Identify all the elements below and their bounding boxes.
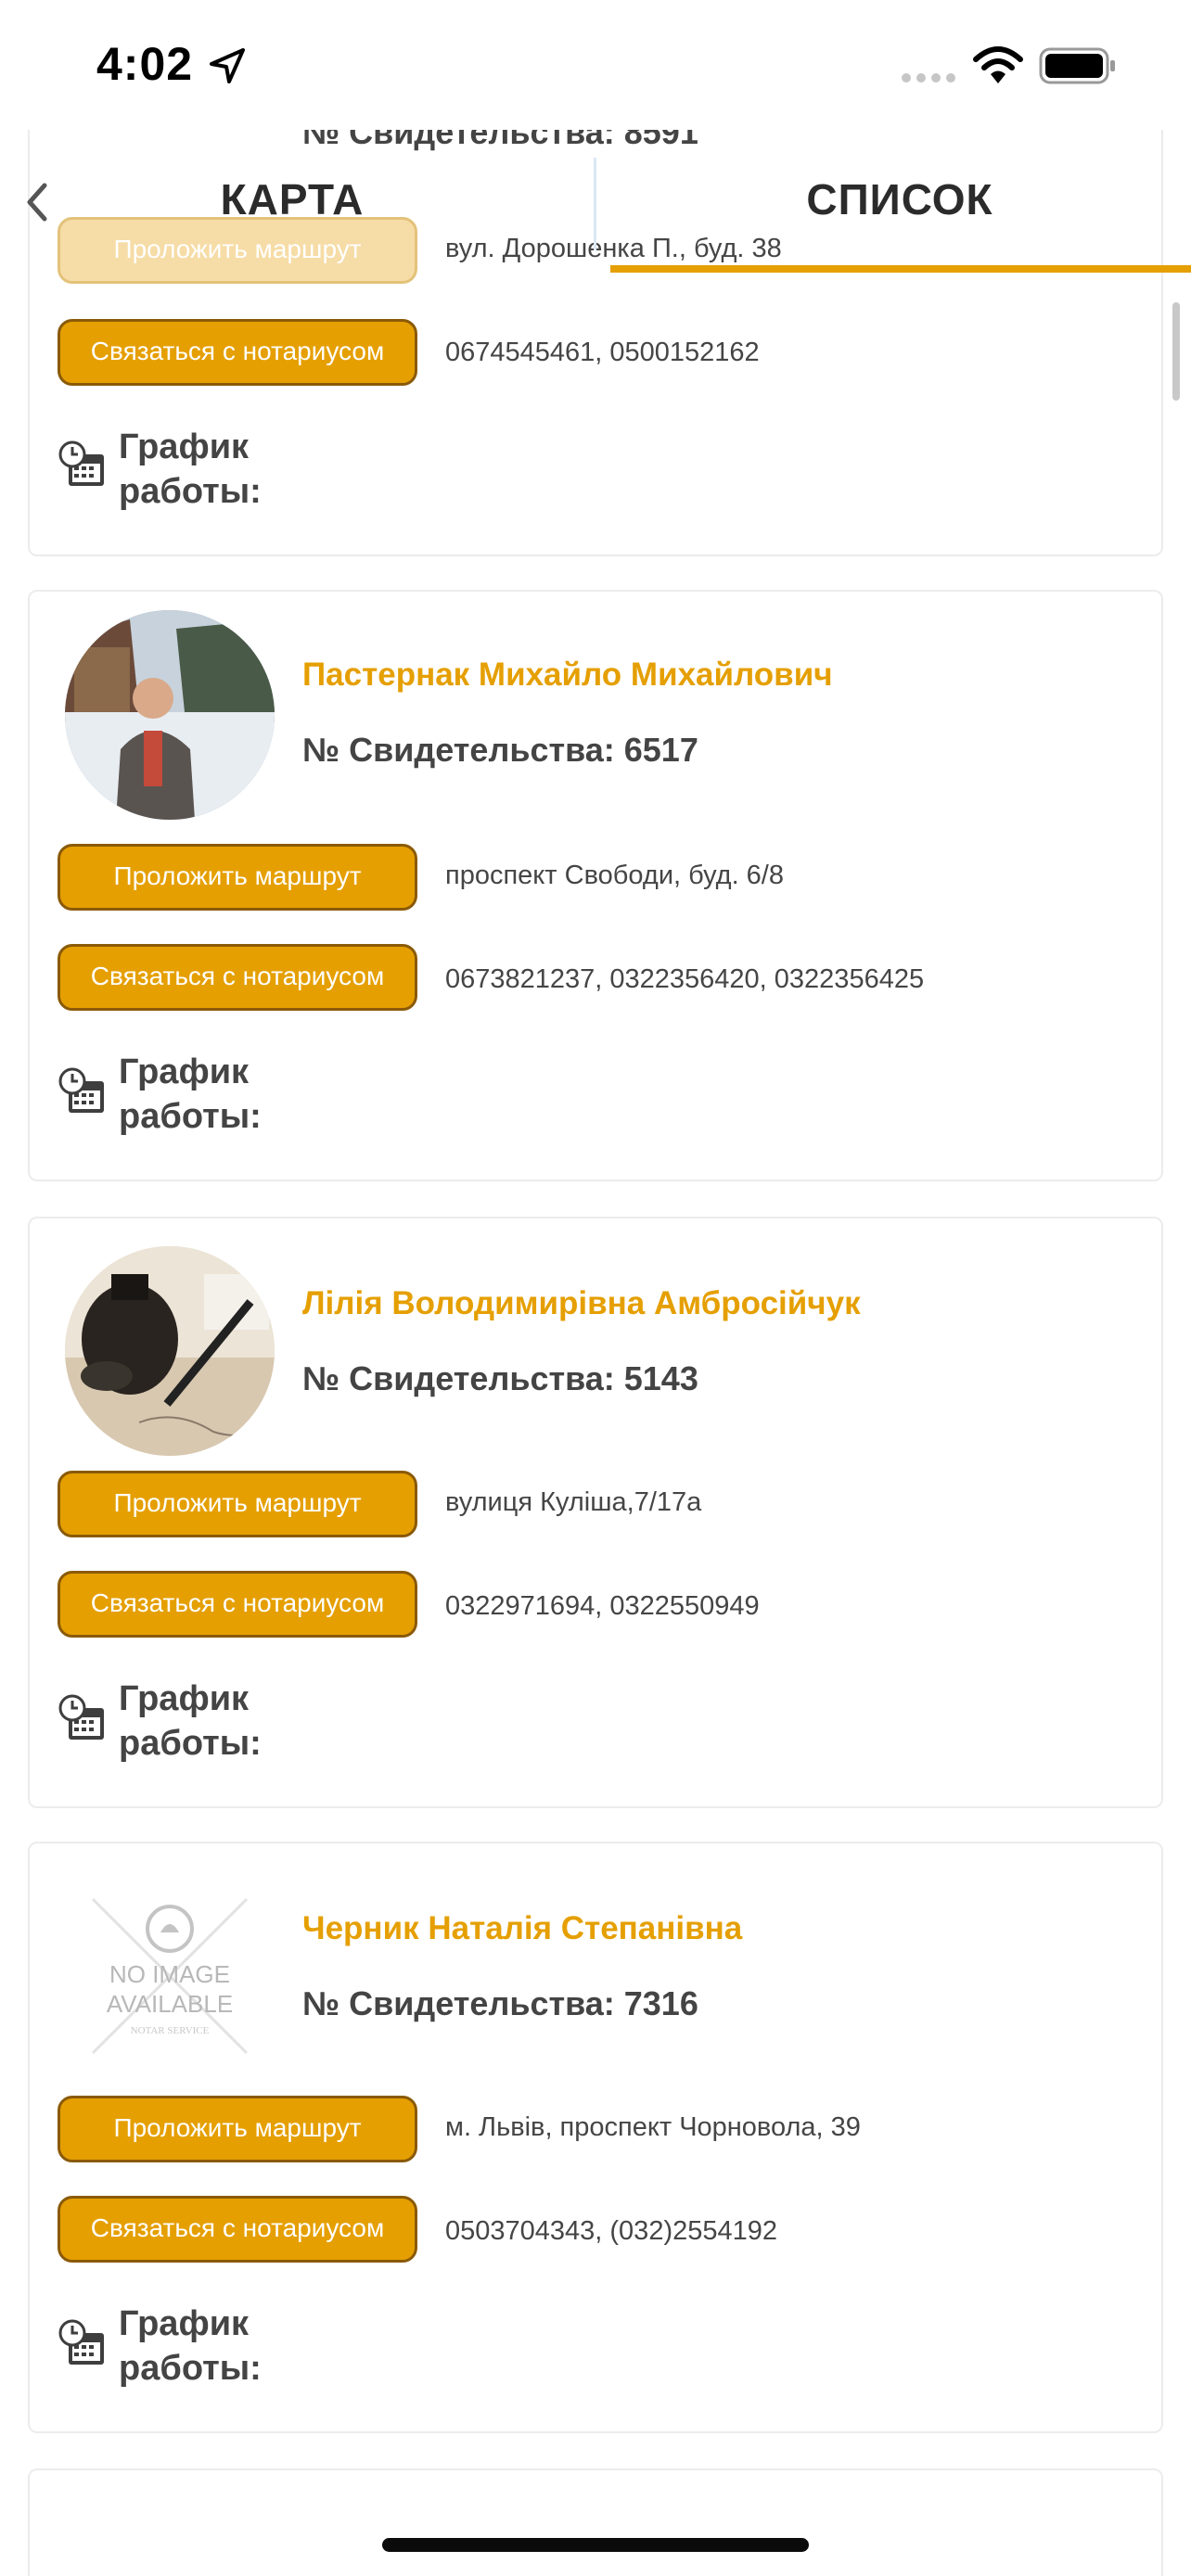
battery-icon xyxy=(1039,47,1115,84)
placeholder-text: AVAILABLE xyxy=(106,1990,234,2018)
active-tab-indicator xyxy=(610,265,1191,273)
notary-name[interactable]: Лілія Володимирівна Амбросійчук xyxy=(302,1285,861,1322)
schedule-label: График работы: xyxy=(119,1679,262,1763)
notary-photo xyxy=(65,610,275,820)
notary-name[interactable]: Пастернак Михайло Михайлович xyxy=(302,657,833,694)
location-arrow-icon xyxy=(210,48,245,83)
contact-notary-button[interactable]: Связаться с нотариусом xyxy=(58,1571,417,1638)
back-chevron-icon[interactable] xyxy=(20,178,52,226)
screen: № Свидетельства: 8591 Проложить маршрут … xyxy=(0,0,1191,2576)
phone-numbers: 0674545461, 0500152162 xyxy=(445,338,760,367)
route-button[interactable]: Проложить маршрут xyxy=(58,844,417,911)
status-time: 4:02 xyxy=(96,38,194,90)
schedule-icon xyxy=(58,1694,104,1740)
wifi-icon xyxy=(973,46,1023,83)
phone-numbers: 0322971694, 0322550949 xyxy=(445,1591,760,1621)
schedule-label: График работы: xyxy=(119,2304,262,2388)
view-tabs: КАРТА СПИСОК xyxy=(0,130,1191,278)
placeholder-text: NO IMAGE xyxy=(109,1960,230,1988)
contact-notary-button[interactable]: Связаться с нотариусом xyxy=(58,2196,417,2263)
phone-numbers: 0503704343, (032)2554192 xyxy=(445,2216,777,2246)
notary-card: NO IMAGE AVAILABLE NOTAR SERVICE Черник … xyxy=(28,1842,1163,2433)
tab-divider xyxy=(594,158,596,250)
address-text: м. Львів, проспект Чорновола, 39 xyxy=(445,2112,861,2142)
certificate-number: № Свидетельства: 7316 xyxy=(302,1984,698,2022)
schedule-label: График работы: xyxy=(119,1052,262,1136)
status-bar: 4:02 xyxy=(0,0,1191,130)
notary-name[interactable]: Черник Наталія Степанівна xyxy=(302,1910,742,1947)
notary-card xyxy=(28,2468,1163,2576)
notary-photo xyxy=(65,1246,275,1456)
tab-list[interactable]: СПИСОК xyxy=(761,174,1039,239)
notary-card: Пастернак Михайло Михайлович № Свидетель… xyxy=(28,590,1163,1181)
schedule-icon xyxy=(58,440,104,486)
schedule-icon xyxy=(58,2319,104,2365)
contact-notary-button[interactable]: Связаться с нотариусом xyxy=(58,319,417,386)
schedule-icon xyxy=(58,1067,104,1113)
address-text: вулиця Куліша,7/17а xyxy=(445,1487,702,1517)
route-button[interactable]: Проложить маршрут xyxy=(58,1471,417,1537)
route-button[interactable]: Проложить маршрут xyxy=(58,2096,417,2162)
schedule-label: График работы: xyxy=(119,427,262,511)
certificate-number: № Свидетельства: 6517 xyxy=(302,731,698,769)
home-indicator xyxy=(382,2538,809,2552)
tab-map[interactable]: КАРТА xyxy=(148,174,436,239)
contact-notary-button[interactable]: Связаться с нотариусом xyxy=(58,944,417,1011)
phone-numbers: 0673821237, 0322356420, 0322356425 xyxy=(445,964,925,994)
placeholder-brand: NOTAR SERVICE xyxy=(130,2025,210,2036)
no-image-placeholder: NO IMAGE AVAILABLE NOTAR SERVICE xyxy=(65,1871,275,2081)
address-text: проспект Свободи, буд. 6/8 xyxy=(445,861,784,890)
cellular-signal-icon xyxy=(902,73,955,83)
scrollbar[interactable] xyxy=(1172,302,1180,401)
notary-list[interactable]: № Свидетельства: 8591 Проложить маршрут … xyxy=(0,0,1191,2576)
notary-card: Лілія Володимирівна Амбросійчук № Свидет… xyxy=(28,1217,1163,1808)
certificate-number: № Свидетельства: 5143 xyxy=(302,1359,698,1397)
